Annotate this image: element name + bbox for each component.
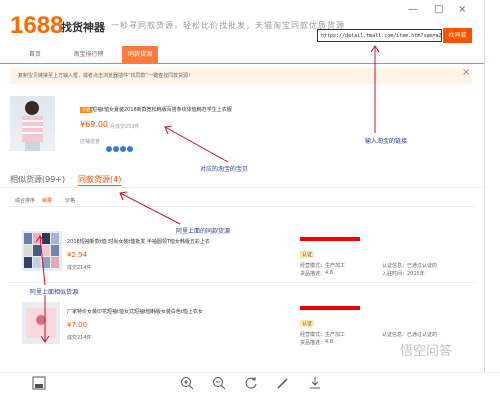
edit-icon[interactable] xyxy=(276,376,290,390)
arrow-to-item xyxy=(164,126,229,163)
save-icon[interactable] xyxy=(32,376,46,390)
rotate-icon[interactable] xyxy=(244,376,258,390)
zoom-in-icon[interactable] xyxy=(180,376,194,390)
arrow-to-row1 xyxy=(39,235,46,286)
watermark-text: 悟空问答 xyxy=(400,344,453,359)
zoom-out-icon[interactable] xyxy=(212,376,226,390)
download-icon[interactable] xyxy=(308,376,322,390)
arrow-to-same-tab xyxy=(119,192,181,225)
app-window: 1688 找货神器 一秒寻同款货源，轻松比价找批发，天猫淘宝同款优质货源 — □… xyxy=(0,0,485,372)
annotation-arrows xyxy=(35,45,380,343)
